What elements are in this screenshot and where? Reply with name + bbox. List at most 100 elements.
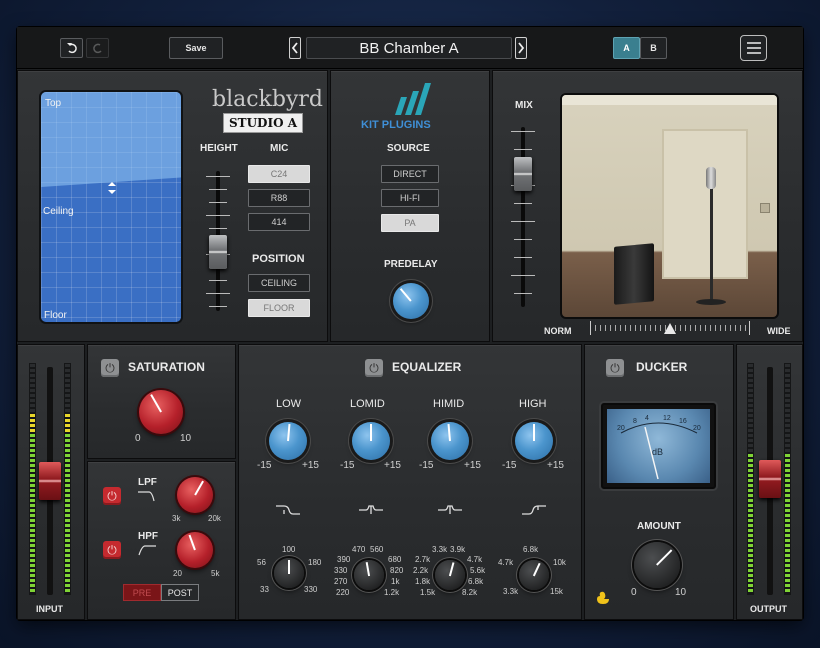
eq-low-freq-knob[interactable] (274, 558, 304, 588)
eq-freq-label: 5.6k (470, 566, 486, 575)
saturation-panel: ⏻ SATURATION 0 10 (87, 344, 236, 459)
meter-segment (748, 579, 753, 582)
lpf-knob[interactable] (177, 477, 213, 513)
meter-segment (785, 419, 790, 422)
save-button[interactable]: Save (169, 37, 223, 59)
hpf-label: HPF (138, 531, 158, 542)
input-fader-cap[interactable] (39, 462, 61, 500)
meter-segment (65, 564, 70, 567)
source-direct-button[interactable]: DIRECT (381, 165, 439, 183)
meter-segment (30, 404, 35, 407)
meter-segment (785, 534, 790, 537)
eq-power-button[interactable]: ⏻ (365, 359, 383, 377)
width-slider[interactable] (590, 321, 750, 335)
pre-button[interactable]: PRE (123, 584, 161, 601)
hpf-min: 20 (173, 569, 182, 578)
eq-freq-label: 3.3k (503, 587, 519, 596)
undo-button[interactable] (60, 38, 83, 58)
eq-gain-max: +15 (547, 460, 564, 471)
power-icon: ⏻ (107, 488, 117, 503)
saturation-min: 0 (135, 433, 141, 444)
saturation-knob[interactable] (139, 390, 183, 434)
height-fader-cap[interactable] (209, 235, 227, 269)
power-icon: ⏻ (610, 360, 620, 375)
lpf-power-button[interactable]: ⏻ (103, 487, 121, 505)
eq-high-gain-knob[interactable] (515, 422, 553, 460)
eq-freq-label: 1.5k (420, 588, 436, 597)
position-floor-button[interactable]: FLOOR (248, 299, 310, 317)
meter-segment (785, 374, 790, 377)
ducker-amount-knob[interactable] (634, 542, 680, 588)
eq-lomid-freq-knob[interactable] (354, 560, 384, 590)
high-shelf-icon (522, 505, 546, 515)
eq-high-freq-knob[interactable] (519, 560, 549, 590)
mic-c24-button[interactable]: C24 (248, 165, 310, 183)
meter-segment (785, 414, 790, 417)
preset-prev-button[interactable] (289, 37, 301, 59)
preset-name-display[interactable]: BB Chamber A (306, 37, 512, 59)
eq-freq-label: 2.7k (415, 555, 431, 564)
eq-band-name: HIGH (519, 398, 547, 410)
meter-segment (30, 474, 35, 477)
width-slider-thumb[interactable] (664, 323, 676, 334)
pad-handle-icon[interactable] (108, 182, 116, 194)
meter-segment (30, 464, 35, 467)
mic-r88-button[interactable]: R88 (248, 189, 310, 207)
eq-gain-max: +15 (384, 460, 401, 471)
mix-fader-cap[interactable] (514, 157, 532, 191)
meter-segment (65, 529, 70, 532)
eq-freq-label: 8.2k (462, 588, 478, 597)
lpf-label: LPF (138, 477, 157, 488)
predelay-knob[interactable] (393, 283, 429, 319)
meter-segment (65, 489, 70, 492)
mic-414-button[interactable]: 414 (248, 213, 310, 231)
ducker-power-button[interactable]: ⏻ (606, 359, 624, 377)
preset-next-button[interactable] (515, 37, 527, 59)
source-pa-button[interactable]: PA (381, 214, 439, 232)
input-meter-left (29, 363, 36, 595)
meter-segment (785, 399, 790, 402)
ab-a-button[interactable]: A (613, 37, 640, 59)
menu-button[interactable] (740, 35, 767, 61)
meter-segment (748, 589, 753, 592)
eq-freq-label: 4.7k (498, 558, 514, 567)
mix-fader[interactable] (508, 127, 538, 307)
meter-segment (748, 569, 753, 572)
bell-icon (438, 505, 462, 514)
vu-scale-label: 12 (663, 415, 671, 422)
meter-segment (65, 409, 70, 412)
height-fader[interactable] (203, 171, 233, 311)
eq-himid-gain-knob[interactable] (431, 422, 469, 460)
meter-segment (785, 369, 790, 372)
eq-freq-label: 10k (553, 558, 566, 567)
redo-button[interactable] (86, 38, 109, 58)
eq-lomid-gain-knob[interactable] (352, 422, 390, 460)
meter-segment (748, 389, 753, 392)
meter-segment (65, 384, 70, 387)
meter-segment (30, 364, 35, 367)
meter-segment (785, 469, 790, 472)
wide-label: WIDE (767, 326, 791, 336)
meter-segment (30, 589, 35, 592)
meter-segment (65, 499, 70, 502)
meter-segment (30, 489, 35, 492)
source-hifi-button[interactable]: HI-FI (381, 189, 439, 207)
saturation-power-button[interactable]: ⏻ (101, 359, 119, 377)
output-fader-cap[interactable] (759, 460, 781, 498)
eq-freq-label: 56 (257, 558, 266, 567)
eq-gain-min: -15 (340, 460, 355, 471)
meter-segment (30, 434, 35, 437)
meter-segment (785, 364, 790, 367)
hpf-power-button[interactable]: ⏻ (103, 541, 121, 559)
meter-segment (785, 494, 790, 497)
ab-b-button[interactable]: B (640, 37, 667, 59)
eq-low-gain-knob[interactable] (269, 422, 307, 460)
hpf-knob[interactable] (177, 532, 213, 568)
position-ceiling-button[interactable]: CEILING (248, 274, 310, 292)
position-xy-pad[interactable]: Top Ceiling Floor (39, 90, 183, 324)
eq-himid-freq-knob[interactable] (435, 560, 465, 590)
meter-segment (785, 464, 790, 467)
eq-freq-label: 470 (352, 545, 366, 554)
post-button[interactable]: POST (161, 584, 199, 601)
norm-label: NORM (544, 326, 572, 336)
